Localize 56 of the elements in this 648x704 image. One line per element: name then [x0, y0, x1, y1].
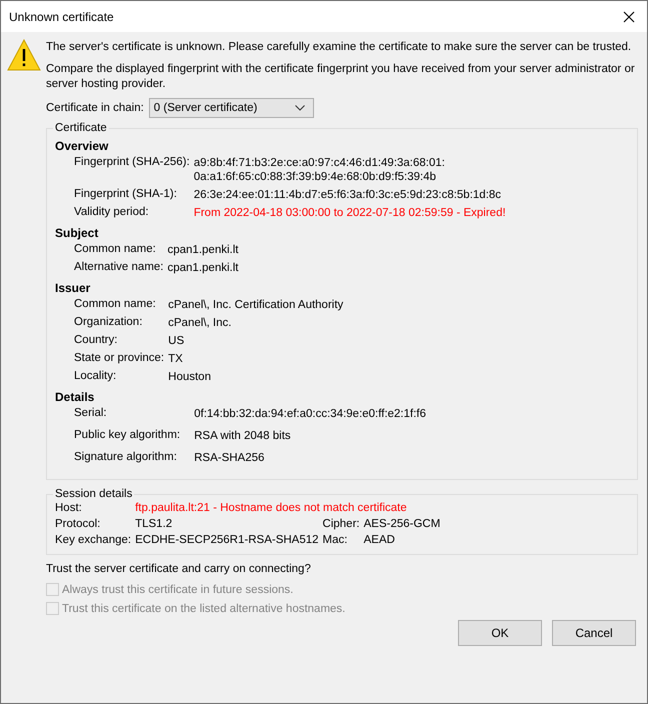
field-label: Protocol: — [55, 518, 102, 530]
window-title: Unknown certificate — [9, 10, 114, 24]
field-value: cpan1.penki.lt — [168, 243, 240, 257]
field-value: cPanel\, Inc. — [168, 316, 232, 330]
chevron-icon — [294, 105, 305, 111]
section-heading: Subject — [55, 226, 100, 240]
field-label: Fingerprint (SHA-256): — [74, 156, 190, 170]
field-value: Houston — [168, 370, 212, 384]
field-label: Organization: — [74, 316, 144, 330]
cancel-button[interactable]: Cancel — [552, 620, 636, 646]
field-value: cpan1.penki.lt — [168, 261, 240, 275]
group-title: Certificate — [54, 122, 108, 134]
field-label: Alternative name: — [74, 261, 164, 275]
field-value: cPanel\, Inc. Certification Authority — [168, 298, 344, 312]
checkbox-label: Trust this certificate on the listed alternative hostnames. — [62, 602, 346, 614]
field-value: ftp.paulita.lt:21 - Hostname does not match certificate — [135, 502, 408, 514]
field-label: Mac: — [322, 534, 348, 546]
section-heading: Issuer — [55, 281, 92, 295]
field-label: Common name: — [74, 298, 157, 312]
chain-dropdown[interactable]: 0 (Server certificate) — [148, 98, 314, 118]
field-value: From 2022-04-18 03:00:00 to 2022-07-18 02:59:59 - Expired! — [194, 206, 507, 220]
field-value: TX — [168, 352, 184, 366]
ok-button[interactable]: OK — [458, 620, 542, 646]
field-value: AES-256-GCM — [364, 518, 442, 530]
field-value: TLS1.2 — [135, 518, 174, 530]
field-label: Fingerprint (SHA-1): — [74, 188, 178, 202]
checkbox-label: Always trust this certificate in future sessions. — [62, 584, 294, 596]
close-icon[interactable] — [623, 10, 635, 22]
field-label: Key exchange: — [55, 534, 132, 546]
field-label: Signature algorithm: — [74, 451, 178, 465]
field-label: Country: — [74, 334, 118, 348]
field-value: RSA-SHA256 — [194, 451, 266, 465]
field-label: Validity period: — [74, 206, 150, 220]
chain-label: Certificate in chain: — [46, 102, 144, 114]
message-text: Compare the displayed fingerprint with the certificate fingerprint you have received from your server administrator or server hosting provider. — [46, 62, 636, 92]
field-label: Host: — [55, 502, 83, 514]
field-label: Cipher: — [322, 518, 360, 530]
field-value: 0a:a1:6f:65:c0:88:3f:39:b9:4e:68:0b:d9:f5:39:4b — [194, 170, 438, 184]
field-value: 0f:14:bb:32:da:94:ef:a0:cc:34:9e:e0:ff:e2:1f:f6 — [194, 407, 427, 421]
field-label: Locality: — [74, 370, 118, 384]
field-label: Common name: — [74, 243, 157, 257]
field-label: Serial: — [74, 407, 108, 421]
field-value: US — [168, 334, 186, 348]
warning-icon — [7, 39, 41, 71]
group-title: Session details — [54, 488, 134, 500]
field-label: State or province: — [74, 352, 164, 366]
field-value: AEAD — [364, 534, 396, 546]
field-value: RSA with 2048 bits — [194, 429, 292, 443]
question-text: Trust the server certificate and carry on connecting? — [46, 563, 312, 575]
section-heading: Overview — [55, 139, 110, 153]
section-heading: Details — [55, 390, 96, 404]
message-text: The server's certificate is unknown. Please carefully examine the certificate to make sure the server can be trusted. — [46, 40, 632, 55]
field-value: a9:8b:4f:71:b3:2e:ce:a0:97:c4:46:d1:49:3a:68:01: — [194, 156, 446, 170]
field-value: ECDHE-SECP256R1-RSA-SHA512 — [135, 534, 319, 546]
field-value: 26:3e:24:ee:01:11:4b:d7:e5:f6:3a:f0:3c:e5:9d:23:c8:5b:1d:8c — [194, 188, 502, 202]
field-label: Public key algorithm: — [74, 429, 180, 443]
